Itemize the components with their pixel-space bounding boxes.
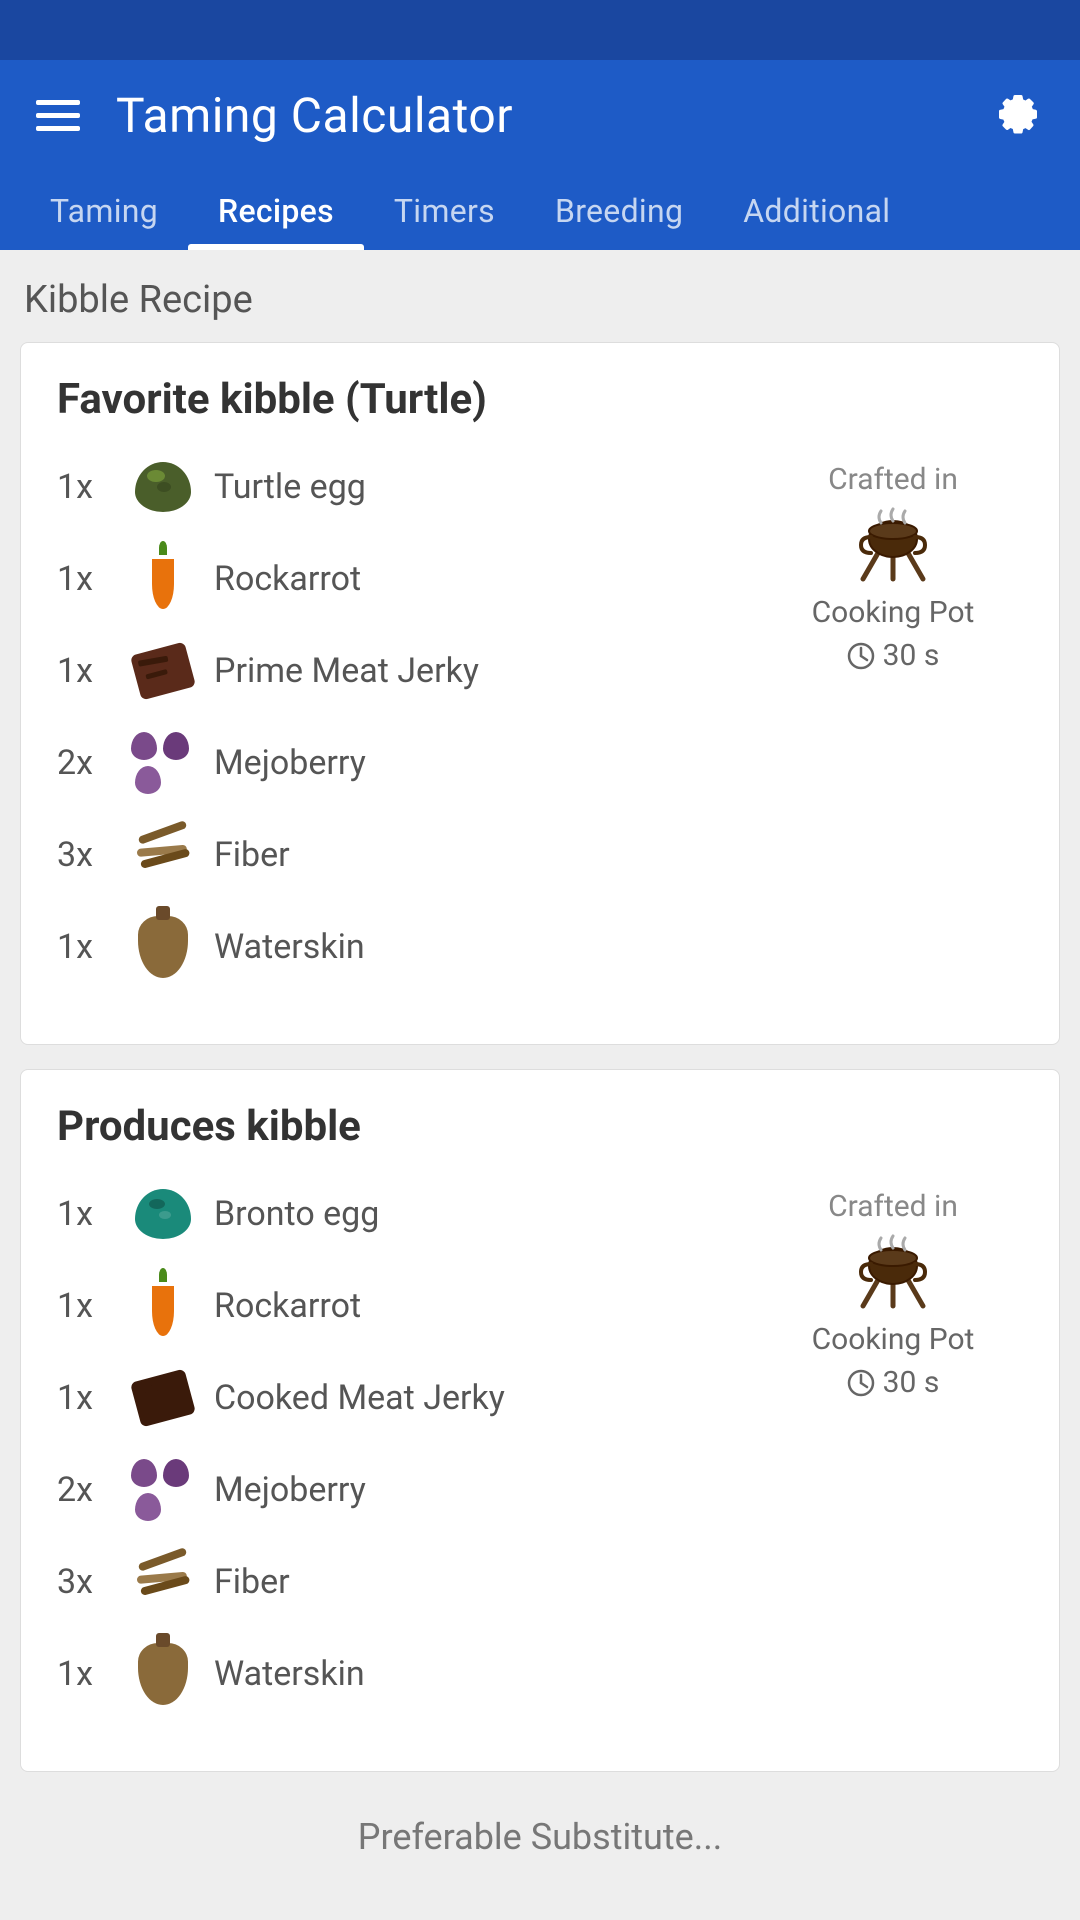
ingredient-qty: 1x — [57, 927, 112, 967]
turtle-egg-icon — [128, 452, 198, 522]
ingredient-qty: 2x — [57, 1470, 112, 1510]
tab-bar: Taming Recipes Timers Breeding Additiona… — [0, 170, 1080, 250]
crafted-in-name: Cooking Pot — [812, 595, 975, 630]
ingredient-row: 1x Waterskin — [57, 912, 763, 982]
ingredient-name: Turtle egg — [214, 467, 366, 507]
mejoberry-icon — [128, 728, 198, 798]
tab-additional[interactable]: Additional — [713, 176, 920, 250]
ingredient-name: Mejoberry — [214, 743, 366, 783]
ingredient-row: 2x Mejoberry — [57, 728, 763, 798]
cooking-pot-icon — [843, 507, 943, 587]
ingredient-qty: 1x — [57, 559, 112, 599]
settings-button[interactable] — [992, 87, 1044, 143]
ingredient-row: 1x Waterskin — [57, 1639, 763, 1709]
ingredient-row: 1x Prime Meat Jerky — [57, 636, 763, 706]
crafted-in-time: 30 s — [847, 1365, 940, 1400]
ingredient-name: Fiber — [214, 1562, 290, 1602]
crafted-in-1: Crafted in Cooking Pot — [763, 1179, 1023, 1400]
bronto-egg-icon — [128, 1179, 198, 1249]
ingredient-qty: 3x — [57, 1562, 112, 1602]
ingredient-name: Waterskin — [214, 1654, 365, 1694]
ingredients-list-0: 1x Turtle egg 1x Rockarrot — [57, 452, 763, 1004]
waterskin-icon — [128, 1639, 198, 1709]
carrot-icon — [128, 544, 198, 614]
bottom-hint: Preferable Substitute... — [20, 1796, 1060, 1878]
ingredient-qty: 1x — [57, 467, 112, 507]
ingredient-name: Rockarrot — [214, 559, 361, 599]
ingredient-name: Bronto egg — [214, 1194, 379, 1234]
recipe-title-1: Produces kibble — [57, 1102, 1023, 1151]
crafted-in-name: Cooking Pot — [812, 1322, 975, 1357]
fiber-icon — [128, 1547, 198, 1617]
ingredient-qty: 1x — [57, 1286, 112, 1326]
ingredient-qty: 2x — [57, 743, 112, 783]
ingredients-list-1: 1x Bronto egg 1x Rockarrot — [57, 1179, 763, 1731]
crafted-in-time-text: 30 s — [883, 638, 940, 673]
ingredient-qty: 1x — [57, 1194, 112, 1234]
ingredient-name: Fiber — [214, 835, 290, 875]
tab-taming[interactable]: Taming — [20, 176, 188, 250]
ingredient-qty: 1x — [57, 1378, 112, 1418]
tab-timers[interactable]: Timers — [364, 176, 525, 250]
tab-recipes[interactable]: Recipes — [188, 176, 364, 250]
tab-breeding[interactable]: Breeding — [525, 176, 713, 250]
section-title: Kibble Recipe — [20, 278, 1060, 322]
recipe-card-1: Produces kibble 1x Bronto egg 1x — [20, 1069, 1060, 1772]
app-title: Taming Calculator — [116, 87, 513, 144]
cooking-pot-icon — [843, 1234, 943, 1314]
ingredient-row: 1x Turtle egg — [57, 452, 763, 522]
fiber-icon — [128, 820, 198, 890]
waterskin-icon — [128, 912, 198, 982]
crafted-in-label: Crafted in — [828, 1189, 958, 1224]
ingredient-name: Waterskin — [214, 927, 365, 967]
crafted-in-label: Crafted in — [828, 462, 958, 497]
ingredient-row: 2x Mejoberry — [57, 1455, 763, 1525]
ingredient-name: Rockarrot — [214, 1286, 361, 1326]
hamburger-menu-button[interactable] — [36, 100, 80, 131]
ingredient-row: 1x Rockarrot — [57, 1271, 763, 1341]
ingredient-row: 1x Cooked Meat Jerky — [57, 1363, 763, 1433]
prime-meat-jerky-icon — [128, 636, 198, 706]
ingredient-name: Cooked Meat Jerky — [214, 1378, 505, 1418]
ingredient-row: 1x Rockarrot — [57, 544, 763, 614]
main-content: Kibble Recipe Favorite kibble (Turtle) 1… — [0, 250, 1080, 1920]
ingredient-row: 3x Fiber — [57, 820, 763, 890]
ingredient-row: 3x Fiber — [57, 1547, 763, 1617]
ingredient-name: Prime Meat Jerky — [214, 651, 479, 691]
app-bar: Taming Calculator — [0, 60, 1080, 170]
ingredient-name: Mejoberry — [214, 1470, 366, 1510]
recipe-title-0: Favorite kibble (Turtle) — [57, 375, 1023, 424]
ingredient-row: 1x Bronto egg — [57, 1179, 763, 1249]
crafted-in-time-text: 30 s — [883, 1365, 940, 1400]
ingredient-qty: 1x — [57, 651, 112, 691]
ingredient-qty: 3x — [57, 835, 112, 875]
cooked-meat-jerky-icon — [128, 1363, 198, 1433]
carrot-icon — [128, 1271, 198, 1341]
crafted-in-0: Crafted in — [763, 452, 1023, 673]
recipe-card-0: Favorite kibble (Turtle) 1x Turtle egg 1… — [20, 342, 1060, 1045]
status-bar — [0, 0, 1080, 60]
ingredient-qty: 1x — [57, 1654, 112, 1694]
mejoberry-icon — [128, 1455, 198, 1525]
crafted-in-time: 30 s — [847, 638, 940, 673]
